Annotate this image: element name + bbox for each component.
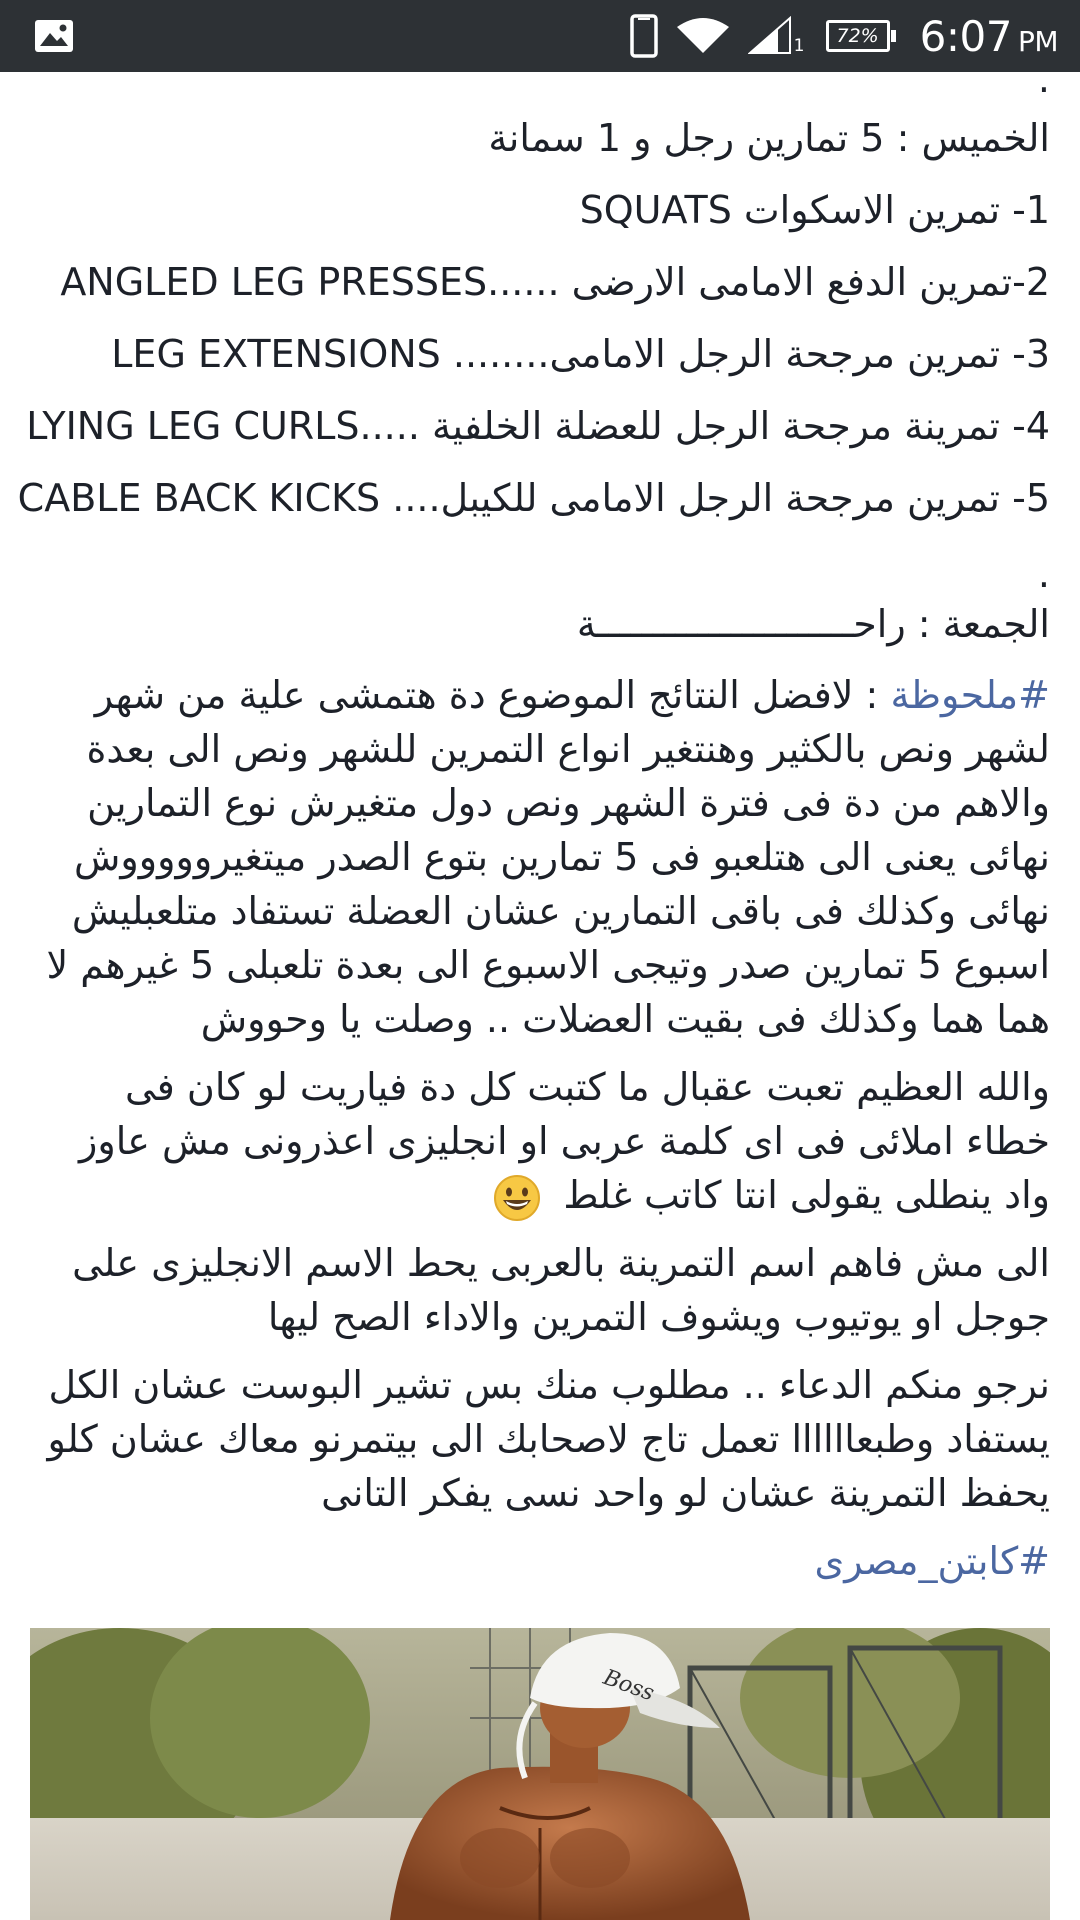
signal-sim-number: 1	[793, 36, 805, 56]
wifi-icon	[676, 18, 729, 53]
exercise-item: 1- تمرين الاسكوات SQUATS	[579, 188, 1050, 232]
mid-dot: .	[1037, 552, 1050, 596]
oath-text: والله العظيم تعبت عقبال ما كتبت كل دة في…	[79, 1065, 1050, 1217]
clock-ampm: PM	[1017, 24, 1059, 58]
exercise-item: 2-تمرين الدفع الامامى الارضى ......ANGLE…	[60, 260, 1050, 304]
signal-icon: 1	[747, 16, 805, 56]
status-bar: 1 72% 6:07 PM	[0, 0, 1080, 72]
post-body: . الخميس : 5 تمارين رجل و 1 سمانة 1- تمر…	[17, 57, 1051, 1602]
phone-icon	[629, 14, 658, 58]
exercise-item: 4- تمرينة مرجحة الرجل للعضلة الخلفية ...…	[26, 404, 1050, 448]
photo-image: Boss	[30, 1628, 1050, 1920]
status-icons: 1 72% 6:07 PM	[629, 0, 1059, 72]
post-photo[interactable]: Boss	[30, 1628, 1050, 1920]
signature-hashtag-link[interactable]: #كابتن_مصرى	[815, 1539, 1051, 1583]
top-dot: .	[1037, 57, 1050, 101]
note-paragraph: #ملحوظة : لافضل النتائج الموضوع دة هتمشى…	[30, 668, 1050, 1046]
exercise-item: 3- تمرين مرجحة الرجل الامامى........ LEG…	[111, 332, 1050, 376]
oath-paragraph: والله العظيم تعبت عقبال ما كتبت كل دة في…	[30, 1060, 1050, 1222]
clock-time: 6:07	[919, 11, 1013, 61]
note-text: : لافضل النتائج الموضوع دة هتمشى علية من…	[46, 673, 1050, 1041]
google-paragraph: الى مش فاهم اسم التمرينة بالعربى يحط الا…	[72, 1241, 1050, 1339]
signature-paragraph: #كابتن_مصرى	[30, 1534, 1051, 1588]
exercise-item: 5- تمرين مرجحة الرجل الامامى للكيبل.... …	[17, 476, 1050, 520]
gallery-icon	[35, 20, 73, 52]
battery-icon: 72%	[825, 20, 896, 52]
note-hashtag-link[interactable]: #ملحوظة	[890, 673, 1050, 717]
friday-line: الجمعة : راحـــــــــــــــــــــــة	[576, 602, 1050, 646]
share-paragraph: نرجو منكم الدعاء .. مطلوب منك بس تشير ال…	[47, 1363, 1050, 1515]
grinning-face-emoji	[494, 1174, 541, 1221]
thursday-title: الخميس : 5 تمارين رجل و 1 سمانة	[488, 116, 1050, 160]
clock: 6:07 PM	[919, 11, 1059, 61]
